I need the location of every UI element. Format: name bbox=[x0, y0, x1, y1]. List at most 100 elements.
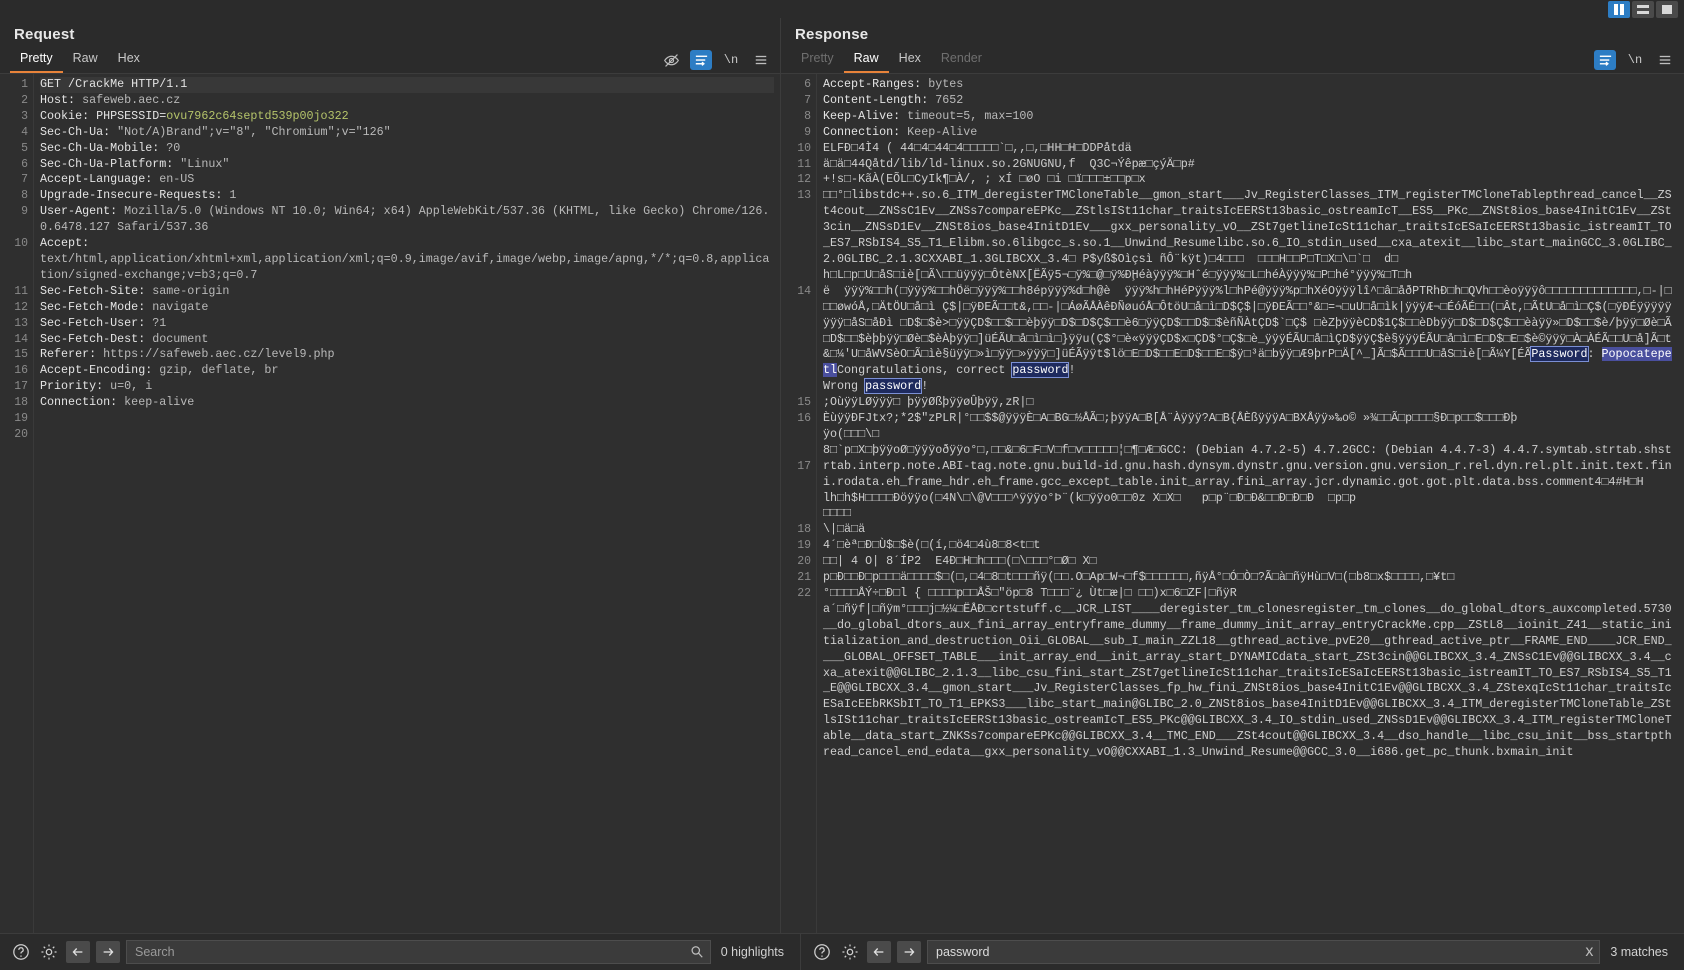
search-match-highlight: Password bbox=[1530, 346, 1589, 363]
request-tab-raw[interactable]: Raw bbox=[63, 48, 108, 73]
request-search-input[interactable] bbox=[133, 944, 686, 960]
response-line: +!s□-KãÀ(EÕL□CyIk¶□À/, ; xÍ □øO □i □ï□□□… bbox=[823, 172, 1672, 266]
response-tab-raw[interactable]: Raw bbox=[843, 48, 889, 73]
request-line: Upgrade-Insecure-Requests: 1 bbox=[40, 188, 237, 203]
request-line: Sec-Fetch-User: ?1 bbox=[40, 315, 167, 330]
response-line: 4´□èª□Ð□Ù$□$è(□(í,□ö4□4ù8□8<t□t bbox=[823, 538, 1041, 553]
response-line: Keep-Alive: timeout=5, max=100 bbox=[823, 108, 1034, 123]
vertical-split-layout-button[interactable] bbox=[1608, 1, 1630, 18]
burp-suite-window: Request Pretty Raw Hex \n 1 2 3 4 5 6 7 … bbox=[0, 0, 1684, 970]
search-previous-button[interactable] bbox=[66, 941, 90, 963]
line-number: 8 bbox=[804, 109, 811, 123]
response-match-count: 3 matches bbox=[1610, 945, 1668, 959]
line-number: 13 bbox=[14, 316, 28, 330]
request-line: Sec-Ch-Ua: "Not/A)Brand";v="8", "Chromiu… bbox=[40, 124, 391, 139]
response-line: Content-Length: 7652 bbox=[823, 92, 964, 107]
line-number-cont bbox=[781, 650, 811, 666]
single-pane-layout-button[interactable] bbox=[1656, 1, 1678, 18]
newline-icon[interactable]: \n bbox=[1624, 50, 1646, 70]
line-number-cont bbox=[781, 332, 811, 348]
response-code-text[interactable]: Accept-Ranges: bytes Content-Length: 7652… bbox=[817, 74, 1684, 933]
word-wrap-icon[interactable] bbox=[690, 50, 712, 70]
line-number-cont bbox=[781, 697, 811, 713]
word-wrap-icon[interactable] bbox=[1594, 50, 1616, 70]
response-search-input[interactable] bbox=[934, 944, 1582, 960]
gear-icon[interactable] bbox=[839, 941, 861, 963]
line-number: 17 bbox=[797, 459, 811, 473]
request-line: Referer: https://safeweb.aec.cz/level9.p… bbox=[40, 347, 335, 362]
line-number-cont bbox=[781, 268, 811, 284]
request-line: Sec-Fetch-Mode: navigate bbox=[40, 299, 209, 314]
line-number-cont bbox=[0, 252, 28, 268]
line-number-cont bbox=[781, 252, 811, 268]
line-number: 18 bbox=[14, 396, 28, 410]
line-number: 20 bbox=[14, 427, 28, 441]
request-line: Accept: text/html,application/xhtml+xml,… bbox=[40, 236, 770, 282]
request-tab-hex[interactable]: Hex bbox=[108, 48, 150, 73]
menu-icon[interactable] bbox=[750, 50, 772, 70]
line-number-cont bbox=[781, 602, 811, 618]
line-number-cont bbox=[781, 634, 811, 650]
line-number: 2 bbox=[21, 93, 28, 107]
request-tab-icons: \n bbox=[660, 47, 772, 73]
request-line: Priority: u=0, i bbox=[40, 379, 153, 394]
line-number: 19 bbox=[14, 412, 28, 426]
request-line: User-Agent: Mozilla/5.0 (Windows NT 10.0… bbox=[40, 204, 770, 235]
gear-icon[interactable] bbox=[38, 941, 60, 963]
request-tab-pretty[interactable]: Pretty bbox=[10, 48, 63, 73]
response-line: \|□ä□ä bbox=[823, 522, 866, 537]
menu-icon[interactable] bbox=[1654, 50, 1676, 70]
response-line: □□| 4 O| 8´ÍP2 E4Ð□H□h□□□(□\□□□°□Ø□ X□ bbox=[823, 554, 1097, 569]
line-number: 16 bbox=[14, 364, 28, 378]
line-number: 15 bbox=[14, 348, 28, 362]
line-number: 21 bbox=[797, 571, 811, 585]
search-next-button[interactable] bbox=[897, 941, 921, 963]
response-title: Response bbox=[795, 26, 869, 43]
line-number-cont bbox=[781, 316, 811, 332]
request-line: GET /CrackMe HTTP/1.1 bbox=[40, 77, 774, 93]
newline-icon[interactable]: \n bbox=[720, 50, 742, 70]
line-number: 1 bbox=[21, 78, 28, 91]
line-number: 5 bbox=[21, 141, 28, 155]
line-number-cont bbox=[781, 761, 811, 777]
request-line: Host: safeweb.aec.cz bbox=[40, 92, 181, 107]
request-title: Request bbox=[14, 26, 75, 43]
line-number: 11 bbox=[14, 284, 28, 298]
request-code-area[interactable]: 123456789 10 11 12 13 14 15 16 17 18 19 20 GET /C… bbox=[0, 74, 780, 933]
response-tab-pretty[interactable]: Pretty bbox=[791, 48, 844, 73]
response-tab-hex[interactable]: Hex bbox=[889, 48, 931, 73]
search-previous-button[interactable] bbox=[867, 941, 891, 963]
bottom-bars: 0 highlights x bbox=[0, 933, 1684, 970]
line-number: 13 bbox=[797, 189, 811, 203]
line-number: 3 bbox=[21, 109, 28, 123]
response-code-area[interactable]: 6 7 8 9 10 11 12 13 14 15 16 17 18 19 20 21 22 Accep… bbox=[781, 74, 1684, 933]
eye-off-icon[interactable] bbox=[660, 50, 682, 70]
response-line: ä□ä□44Qåtd/lib/ld-linux.so.2GNUGNU,f Q3C… bbox=[823, 156, 1195, 171]
line-number-cont bbox=[781, 713, 811, 729]
response-line: □□□□ bbox=[823, 506, 852, 521]
horizontal-split-layout-button[interactable] bbox=[1632, 1, 1654, 18]
request-line: Accept-Language: en-US bbox=[40, 172, 195, 187]
request-response-split: Request Pretty Raw Hex \n 1 2 3 4 5 6 7 … bbox=[0, 18, 1684, 933]
clear-search-icon[interactable]: x bbox=[1581, 943, 1593, 961]
response-tab-render[interactable]: Render bbox=[931, 48, 992, 73]
response-line: p□Ð□□Ð□p□□□ä□□□□$□(□,□4□8□t□□□ñÿ(□□.O□Ap… bbox=[823, 570, 1672, 760]
line-number-cont bbox=[781, 475, 811, 491]
response-pane: Response Pretty Raw Hex Render \n 6 7 8 … bbox=[781, 18, 1684, 933]
line-number-cont bbox=[781, 300, 811, 316]
response-search-box[interactable]: x bbox=[927, 940, 1601, 964]
search-next-button[interactable] bbox=[96, 941, 120, 963]
request-line: Sec-Ch-Ua-Mobile: ?0 bbox=[40, 140, 181, 155]
line-number: 4 bbox=[21, 125, 28, 139]
line-number: 6 bbox=[804, 78, 811, 91]
layout-button-group bbox=[1608, 1, 1678, 18]
line-number: 9 bbox=[804, 125, 811, 139]
search-icon[interactable] bbox=[686, 945, 704, 959]
request-code-text[interactable]: GET /CrackMe HTTP/1.1 Host: safeweb.aec.c… bbox=[34, 74, 780, 933]
request-search-box[interactable] bbox=[126, 940, 711, 964]
help-icon[interactable] bbox=[10, 941, 32, 963]
help-icon[interactable] bbox=[811, 941, 833, 963]
request-line: Accept-Encoding: gzip, deflate, br bbox=[40, 363, 279, 378]
search-match-highlight: password bbox=[864, 378, 923, 395]
line-number-cont bbox=[781, 379, 811, 395]
